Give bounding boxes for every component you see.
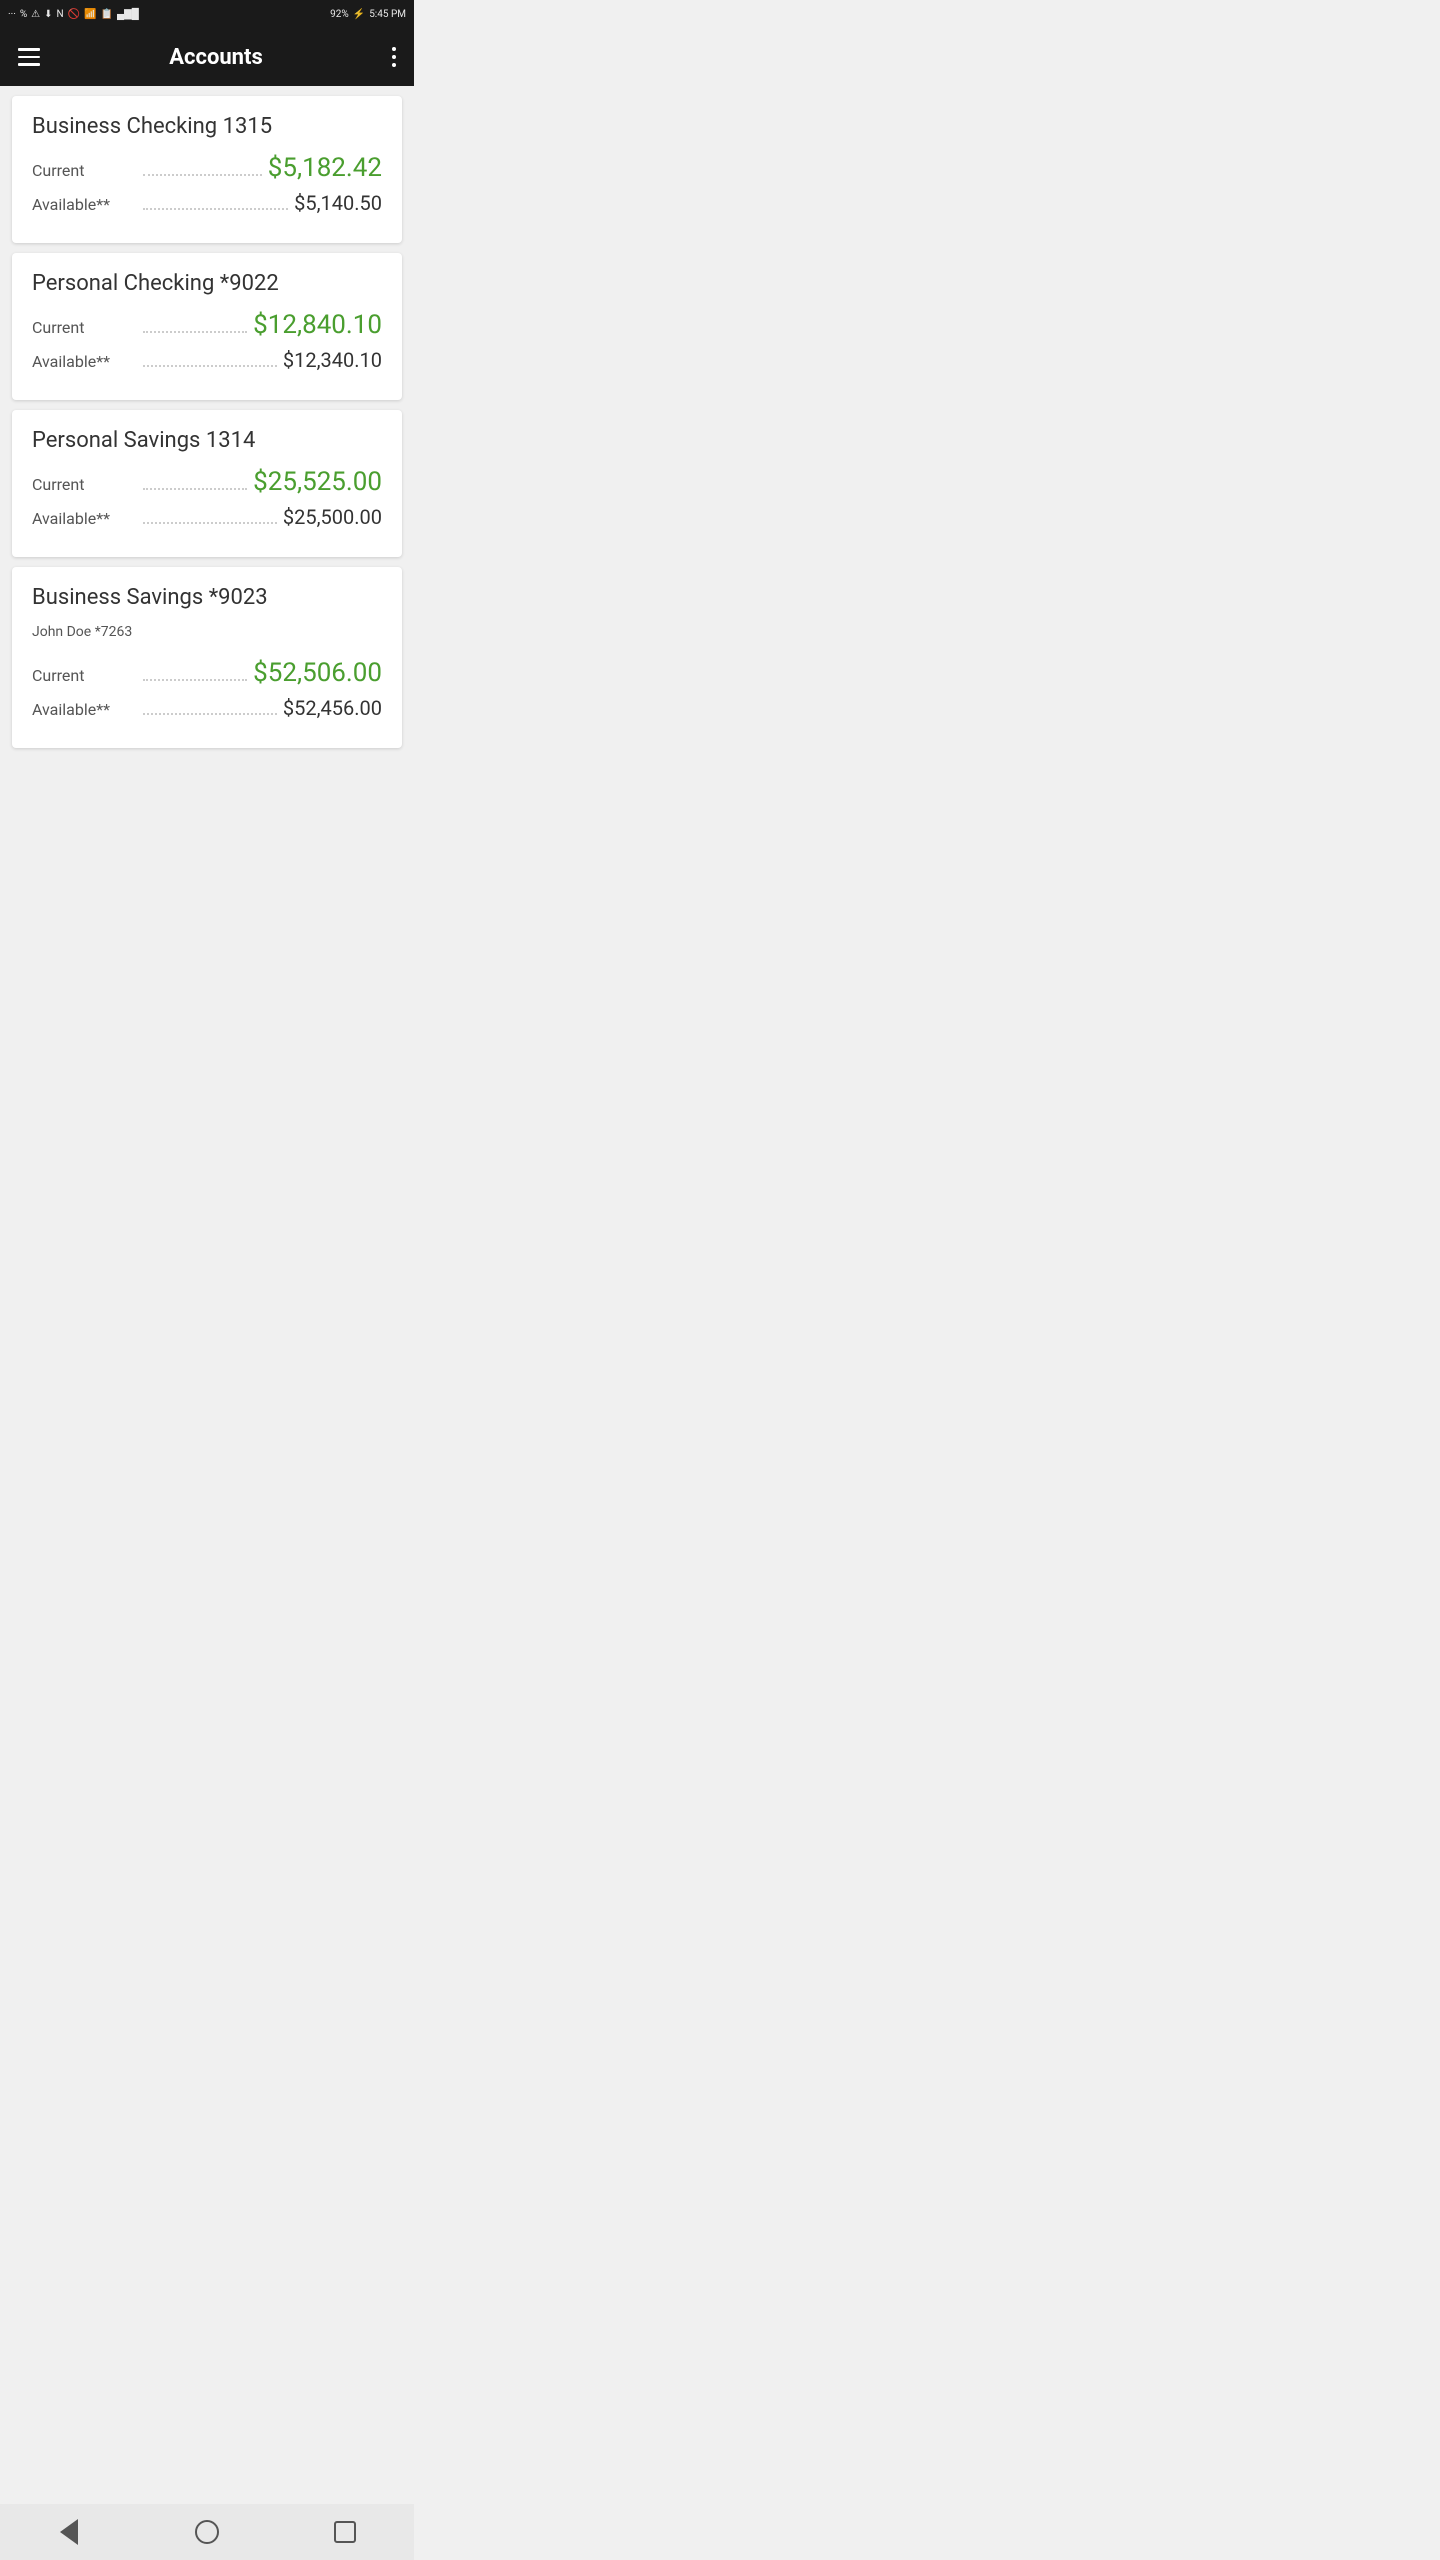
back-button[interactable]: [44, 2512, 94, 2552]
account-name-3: Business Savings *9023: [32, 585, 382, 610]
more-dot-1: [392, 47, 396, 51]
available-amount-0: $5,140.50: [294, 191, 382, 215]
more-dot-3: [392, 63, 396, 67]
mute-icon: 🚫: [68, 9, 80, 20]
dots-current-1: [143, 331, 247, 333]
percent-icon: %: [20, 9, 27, 20]
account-card-3[interactable]: Business Savings *9023 John Doe *7263 Cu…: [12, 567, 402, 748]
current-label-1: Current: [32, 318, 137, 337]
dots-available-2: [143, 522, 277, 524]
account-current-row-0: Current $5,182.42: [32, 153, 382, 183]
nfc-icon: N: [57, 9, 64, 20]
recent-apps-icon: [334, 2521, 356, 2543]
dots-current-2: [143, 488, 247, 490]
hamburger-line-3: [18, 63, 40, 66]
recent-apps-button[interactable]: [320, 2512, 370, 2552]
notification-icon: ···: [8, 9, 16, 20]
account-current-row-1: Current $12,840.10: [32, 310, 382, 340]
current-amount-3: $52,506.00: [253, 658, 382, 688]
account-card-0[interactable]: Business Checking 1315 Current $5,182.42…: [12, 96, 402, 243]
account-available-row-0: Available** $5,140.50: [32, 191, 382, 215]
clipboard-icon: 📋: [101, 9, 113, 20]
hamburger-line-1: [18, 48, 40, 51]
clock: 5:45 PM: [369, 9, 406, 20]
account-name-2: Personal Savings 1314: [32, 428, 382, 453]
account-card-1[interactable]: Personal Checking *9022 Current $12,840.…: [12, 253, 402, 400]
hamburger-menu-button[interactable]: [18, 48, 40, 66]
account-available-row-1: Available** $12,340.10: [32, 348, 382, 372]
signal-icon: ▄▇█: [117, 9, 139, 20]
current-amount-0: $5,182.42: [268, 153, 382, 183]
available-amount-2: $25,500.00: [283, 505, 382, 529]
dots-available-1: [143, 365, 277, 367]
available-amount-1: $12,340.10: [283, 348, 382, 372]
account-name-1: Personal Checking *9022: [32, 271, 382, 296]
dots-available-3: [143, 713, 277, 715]
account-subtitle-3: John Doe *7263: [32, 624, 382, 640]
dots-current-0: [143, 174, 262, 176]
account-current-row-2: Current $25,525.00: [32, 467, 382, 497]
available-label-3: Available**: [32, 700, 137, 719]
available-label-2: Available**: [32, 509, 137, 528]
home-button[interactable]: [182, 2512, 232, 2552]
home-icon: [195, 2520, 219, 2544]
status-bar: ··· % ⚠ ⬇ N 🚫 📶 📋 ▄▇█ 92% ⚡ 5:45 PM: [0, 0, 414, 28]
status-left-icons: ··· % ⚠ ⬇ N 🚫 📶 📋 ▄▇█: [8, 9, 139, 20]
accounts-list: Business Checking 1315 Current $5,182.42…: [0, 86, 414, 838]
current-label-2: Current: [32, 475, 137, 494]
current-label-0: Current: [32, 161, 137, 180]
bluetooth-icon: ⬇: [44, 9, 52, 20]
available-label-1: Available**: [32, 352, 137, 371]
battery-percent: 92%: [330, 9, 349, 20]
account-name-0: Business Checking 1315: [32, 114, 382, 139]
nav-bar: [0, 2504, 414, 2560]
app-bar: Accounts: [0, 28, 414, 86]
back-icon: [60, 2519, 78, 2545]
more-dot-2: [392, 55, 396, 59]
available-label-0: Available**: [32, 195, 137, 214]
account-available-row-3: Available** $52,456.00: [32, 696, 382, 720]
current-amount-2: $25,525.00: [253, 467, 382, 497]
available-amount-3: $52,456.00: [283, 696, 382, 720]
status-right-icons: 92% ⚡ 5:45 PM: [330, 9, 406, 20]
wifi-icon: 📶: [84, 9, 96, 20]
warning-icon: ⚠: [31, 9, 40, 20]
account-card-2[interactable]: Personal Savings 1314 Current $25,525.00…: [12, 410, 402, 557]
current-amount-1: $12,840.10: [253, 310, 382, 340]
page-title: Accounts: [169, 45, 263, 70]
dots-current-3: [143, 679, 247, 681]
battery-icon: ⚡: [353, 9, 365, 20]
account-available-row-2: Available** $25,500.00: [32, 505, 382, 529]
bottom-spacer: [12, 758, 402, 828]
account-current-row-3: Current $52,506.00: [32, 658, 382, 688]
hamburger-line-2: [18, 56, 40, 59]
more-options-button[interactable]: [392, 47, 396, 67]
current-label-3: Current: [32, 666, 137, 685]
dots-available-0: [143, 208, 288, 210]
